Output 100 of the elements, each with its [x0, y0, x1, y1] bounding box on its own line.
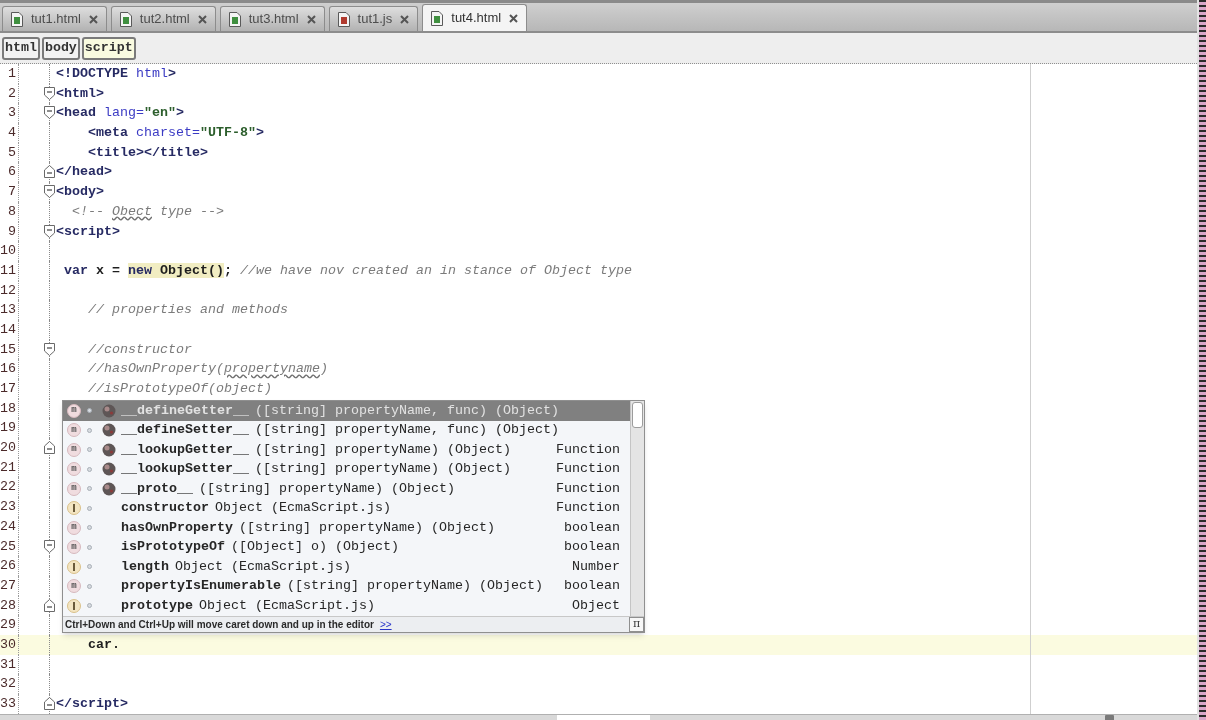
line-number: 32	[0, 675, 16, 694]
dot-icon	[87, 583, 92, 589]
scrollbar[interactable]	[630, 401, 644, 616]
line-number: 21	[0, 458, 16, 477]
member-badge: m	[67, 481, 81, 496]
file-icon	[119, 11, 132, 27]
member-name: __defineGetter__	[121, 401, 249, 420]
fold-icon[interactable]	[44, 224, 55, 238]
more-link[interactable]: >>	[379, 616, 392, 632]
file-icon	[228, 11, 241, 27]
member-name: __lookupSetter__	[121, 460, 249, 479]
editor-tab[interactable]: tut1.js	[328, 6, 419, 31]
dot-icon	[87, 505, 92, 511]
dot-icon	[87, 447, 92, 453]
dot-icon	[87, 564, 92, 570]
line-number: 14	[0, 320, 16, 339]
member-badge: m	[67, 403, 81, 418]
breadcrumb[interactable]: html	[2, 36, 40, 60]
line-number: 7	[8, 183, 16, 202]
line-number: 4	[8, 124, 16, 143]
member-name: length	[121, 557, 169, 576]
code-line: //constructor	[88, 340, 192, 359]
pi-button[interactable]: π	[629, 616, 644, 632]
fold-icon[interactable]	[44, 598, 55, 612]
line-number: 29	[0, 616, 16, 635]
member-badge: m	[67, 579, 81, 594]
code-line: </head>	[56, 163, 112, 182]
line-number: 17	[0, 380, 16, 398]
fold-icon[interactable]	[44, 86, 55, 100]
member-badge: m	[67, 442, 81, 457]
return-type: Object	[572, 596, 620, 615]
dot-icon	[87, 466, 92, 472]
member-signature: Object (EcmaScript.js)	[199, 596, 375, 615]
completion-hint: Ctrl+Down and Ctrl+Up will move caret down and up in the editor	[65, 617, 374, 632]
return-type: Function	[556, 440, 620, 459]
line-number: 25	[0, 537, 16, 556]
code-line: </script>	[56, 695, 128, 713]
editor-tab[interactable]: tut4.html	[422, 4, 528, 31]
member-signature: Object (EcmaScript.js)	[215, 499, 391, 518]
fold-icon[interactable]	[44, 441, 55, 455]
line-number: 2	[8, 84, 16, 103]
member-signature: ([string] propertyName) (Object)	[255, 440, 511, 459]
member-name: __defineSetter__	[121, 421, 249, 440]
return-type: boolean	[564, 538, 620, 557]
editor-tab[interactable]: tut3.html	[219, 6, 325, 31]
fold-icon[interactable]	[44, 106, 55, 120]
line-number: 20	[0, 439, 16, 458]
member-name: prototype	[121, 596, 193, 615]
line-number: 24	[0, 517, 16, 536]
return-type: Function	[556, 479, 620, 498]
fold-icon[interactable]	[44, 697, 55, 710]
return-type: Function	[556, 460, 620, 479]
line-number: 11	[0, 261, 16, 280]
completion-item[interactable]: m __defineGetter__ ([string] propertyName, func) (Object)	[63, 401, 630, 421]
bar-disc-icon	[67, 559, 81, 574]
code-line: car.	[88, 635, 120, 654]
return-type: Number	[572, 557, 620, 576]
line-number: 8	[8, 202, 16, 221]
fold-icon[interactable]	[44, 165, 55, 179]
editor-tab[interactable]: tut1.html	[2, 6, 107, 31]
member-badge: m	[67, 520, 81, 535]
code-line: <meta charset="UTF-8">	[88, 124, 264, 143]
line-number: 30	[0, 635, 16, 654]
close-icon[interactable]	[197, 14, 207, 24]
member-signature: ([string] propertyName, func) (Object)	[255, 421, 559, 440]
line-number: 33	[0, 695, 16, 713]
editor-tab[interactable]: tut2.html	[110, 6, 216, 31]
member-name: propertyIsEnumerable	[121, 577, 281, 596]
fold-icon[interactable]	[44, 539, 55, 553]
line-number: 3	[8, 104, 16, 123]
dot-icon	[87, 486, 92, 492]
line-number: 28	[0, 596, 16, 615]
file-icon	[337, 11, 350, 27]
line-number: 1	[8, 65, 16, 83]
breadcrumb[interactable]: body	[41, 36, 80, 60]
member-badge: m	[67, 540, 81, 555]
close-icon[interactable]	[509, 13, 519, 23]
scrollbar-thumb[interactable]	[632, 402, 643, 428]
code-line: <!DOCTYPE html>	[56, 65, 176, 83]
code-line: <!-- Obect type -->	[72, 202, 224, 221]
line-number: 19	[0, 419, 16, 438]
return-type: boolean	[564, 518, 620, 537]
close-icon[interactable]	[400, 14, 410, 24]
breadcrumb[interactable]: script	[81, 36, 136, 60]
line-number: 26	[0, 557, 16, 576]
status-icon	[1105, 715, 1114, 720]
code-line: // properties and methods	[88, 301, 288, 320]
code-line: //isPrototypeOf(object)	[88, 380, 272, 398]
member-name: __lookupGetter__	[121, 440, 249, 459]
close-icon[interactable]	[88, 14, 98, 24]
fold-icon[interactable]	[44, 342, 55, 356]
member-signature: Object (EcmaScript.js)	[175, 557, 351, 576]
member-signature: ([Object] o) (Object)	[231, 538, 399, 557]
fold-icon[interactable]	[44, 185, 55, 199]
bar-disc-icon	[67, 501, 81, 516]
code-line: <body>	[56, 183, 104, 202]
line-number: 22	[0, 478, 16, 497]
close-icon[interactable]	[306, 14, 316, 24]
line-number: 5	[8, 143, 16, 162]
line-number: 16	[0, 360, 16, 379]
